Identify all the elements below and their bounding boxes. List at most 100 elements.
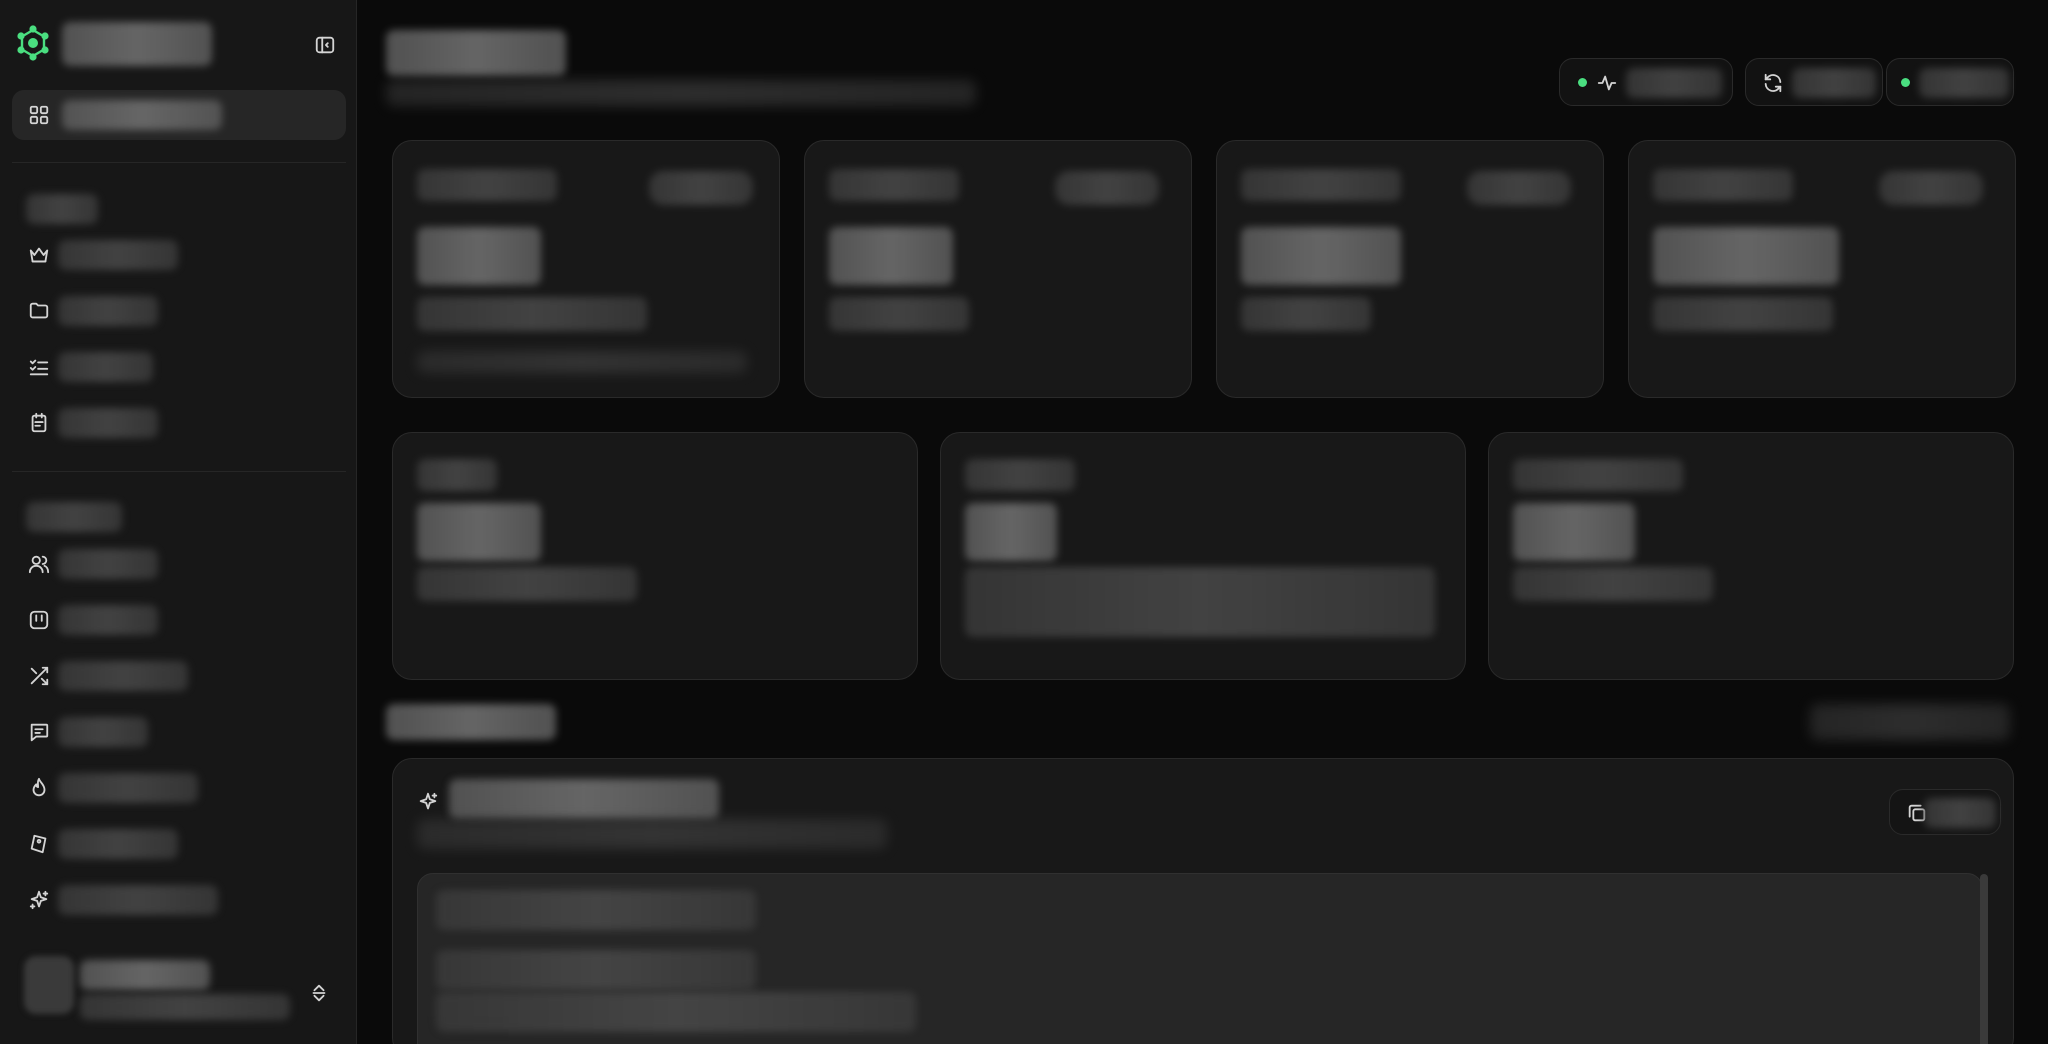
stat-badge: [1467, 171, 1571, 205]
stat-card: [1488, 432, 2014, 680]
sidebar-item-flame[interactable]: [12, 766, 346, 810]
crown-icon: [28, 244, 50, 266]
shuffle-icon: [28, 665, 50, 687]
stat-description: [417, 567, 637, 601]
tag-icon: [28, 833, 50, 855]
sidebar-item-apps[interactable]: [12, 598, 346, 642]
sidebar-item-users[interactable]: [12, 542, 346, 586]
stat-description: [417, 297, 647, 331]
stat-card: [392, 432, 918, 680]
user-email: [80, 994, 290, 1020]
stat-description: [1653, 297, 1833, 331]
user-menu[interactable]: [12, 952, 346, 1032]
page-title: [386, 30, 566, 76]
stat-value: [965, 503, 1057, 561]
refresh-icon: [1762, 72, 1784, 94]
card-title: [449, 779, 719, 819]
flame-icon: [28, 777, 50, 799]
status-label: [1626, 68, 1722, 98]
sidebar-item-folder[interactable]: [12, 289, 346, 333]
output-panel[interactable]: [417, 873, 1988, 1044]
sidebar: [0, 0, 357, 1044]
section-title: [26, 194, 98, 224]
nav-label: [58, 885, 218, 915]
nav-item-dashboard[interactable]: [12, 90, 346, 140]
stat-title: [417, 459, 497, 491]
atom-logo-icon[interactable]: [14, 24, 52, 62]
nav-label: [58, 661, 188, 691]
page-subtitle: [386, 80, 976, 106]
stat-card: [804, 140, 1192, 398]
nav-label: [58, 717, 148, 747]
stat-description: [829, 297, 969, 331]
nav-label: [62, 100, 222, 130]
sidebar-item-clipboard[interactable]: [12, 401, 346, 445]
user-name: [80, 960, 210, 990]
sparkles-icon: [417, 791, 439, 813]
sidebar-item-messages[interactable]: [12, 710, 346, 754]
brand-name: [62, 22, 212, 66]
grid-icon: [28, 104, 50, 126]
nav-label: [58, 549, 158, 579]
app-square-icon: [28, 609, 50, 631]
output-line: [436, 890, 756, 930]
nav-label: [58, 829, 178, 859]
section-heading: [386, 704, 556, 740]
users-icon: [28, 553, 50, 575]
stat-value: [1653, 227, 1839, 285]
stat-badge: [1055, 171, 1159, 205]
status-dot: [1578, 78, 1587, 87]
stat-title: [1513, 459, 1683, 491]
status-dot: [1901, 78, 1910, 87]
refresh-label: [1792, 68, 1876, 98]
connection-label: [1919, 68, 2009, 98]
output-line: [436, 992, 916, 1032]
stat-title: [1653, 169, 1793, 201]
refresh-button[interactable]: [1745, 58, 1883, 106]
output-line: [436, 950, 756, 990]
stat-badge: [1879, 171, 1983, 205]
section-link[interactable]: [1810, 704, 2010, 740]
stat-card: [1216, 140, 1604, 398]
sidebar-item-shuffle[interactable]: [12, 654, 346, 698]
status-pill[interactable]: [1559, 58, 1733, 106]
nav-label: [58, 605, 158, 635]
stat-title: [965, 459, 1075, 491]
folder-icon: [28, 300, 50, 322]
stat-value: [1513, 503, 1635, 561]
connection-pill[interactable]: [1886, 58, 2014, 106]
sidebar-item-crown[interactable]: [12, 233, 346, 277]
sidebar-item-sparkles[interactable]: [12, 878, 346, 922]
stat-title: [829, 169, 959, 201]
message-square-icon: [28, 721, 50, 743]
scrollbar[interactable]: [1980, 874, 1988, 1044]
sparkles-icon: [28, 889, 50, 911]
stat-value: [1241, 227, 1401, 285]
copy-button[interactable]: [1889, 789, 2001, 835]
stat-card: [392, 140, 780, 398]
main-content: [358, 0, 2048, 1044]
chevrons-up-down-icon[interactable]: [308, 982, 330, 1004]
stat-value: [417, 227, 541, 285]
avatar: [24, 956, 74, 1014]
copy-label: [1924, 798, 1996, 828]
nav-label: [58, 352, 153, 382]
sidebar-toggle-icon[interactable]: [314, 34, 336, 56]
list-check-icon: [28, 356, 50, 378]
stat-card: [1628, 140, 2016, 398]
nav-label: [58, 408, 158, 438]
stat-value: [829, 227, 953, 285]
divider: [12, 162, 346, 163]
sidebar-item-tags[interactable]: [12, 822, 346, 866]
clipboard-icon: [28, 412, 50, 434]
stat-value: [417, 503, 541, 561]
stat-description: [1241, 297, 1371, 331]
sidebar-item-tasks[interactable]: [12, 345, 346, 389]
stat-description: [1513, 567, 1713, 601]
nav-label: [58, 296, 158, 326]
stat-card: [940, 432, 1466, 680]
activity-icon: [1596, 72, 1618, 94]
stat-footer: [417, 351, 747, 373]
user-info: [80, 954, 302, 1026]
stat-badge: [649, 171, 753, 205]
